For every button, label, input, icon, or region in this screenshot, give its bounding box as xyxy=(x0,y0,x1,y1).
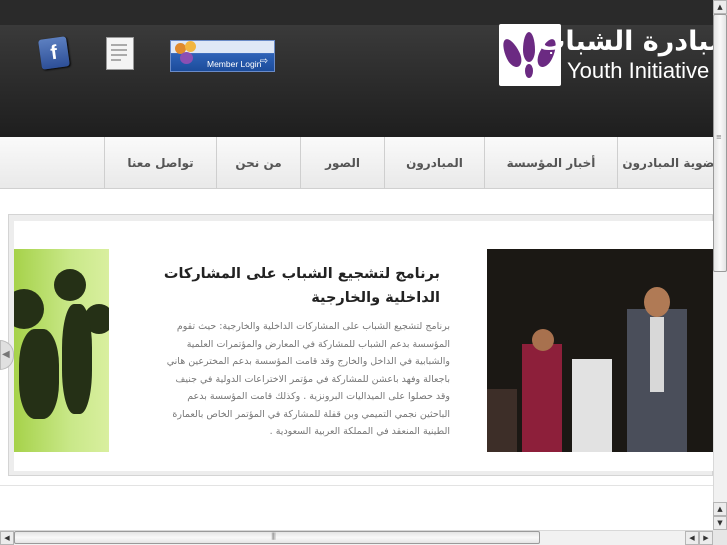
horizontal-scroll-thumb[interactable]: ||| xyxy=(14,531,540,544)
article-body: برنامج لتشجيع الشباب على المشاركات الداخ… xyxy=(166,321,450,437)
grip-icon: ||| xyxy=(271,532,276,540)
facebook-icon[interactable]: f xyxy=(38,36,70,70)
scrollbar-corner xyxy=(713,530,727,545)
grip-icon: ≡ xyxy=(716,133,722,141)
nav-item-contact[interactable]: تواصل معنا xyxy=(104,137,216,189)
scroll-left-button[interactable]: ◀ xyxy=(0,531,14,545)
nav-item-news[interactable]: أخبار المؤسسة xyxy=(484,137,617,189)
nav-item-membership[interactable]: عضوية المبادرون xyxy=(617,137,713,189)
main-navigation: عضوية المبادرون أخبار المؤسسة المبادرون … xyxy=(0,137,713,189)
scroll-right-button[interactable]: ▶ xyxy=(699,531,713,545)
logo-english-text: Youth Initiative xyxy=(567,58,710,83)
top-strip xyxy=(0,0,713,25)
scroll-down-button[interactable]: ▼ xyxy=(713,516,727,530)
slide-image-left[interactable] xyxy=(14,249,109,452)
slide-image-right[interactable] xyxy=(487,249,713,452)
scroll-up-button[interactable]: ▲ xyxy=(713,0,727,14)
logo-arabic-text: مبادرة الشباب xyxy=(538,26,713,57)
member-login-label: Member Login xyxy=(207,59,262,69)
nav-item-photos[interactable]: الصور xyxy=(300,137,384,189)
nav-item-about[interactable]: من نحن xyxy=(216,137,300,189)
scroll-left-button-right[interactable]: ◀ xyxy=(685,531,699,545)
browser-viewport: f Member Login ⇨ مبادرة الشباب Youth Ini… xyxy=(0,0,713,530)
member-login-button[interactable]: Member Login ⇨ xyxy=(170,40,275,72)
scroll-up-button-bottom[interactable]: ▲ xyxy=(713,502,727,516)
document-icon[interactable] xyxy=(106,37,134,70)
arrow-right-icon: ⇨ xyxy=(259,56,268,67)
vertical-scroll-thumb[interactable]: ≡ xyxy=(713,14,727,272)
nav-item-initiators[interactable]: المبادرون xyxy=(384,137,484,189)
article-title: برنامج لتشجيع الشباب على المشاركات الداخ… xyxy=(163,266,440,306)
members-icon xyxy=(173,40,199,66)
divider xyxy=(0,485,713,486)
